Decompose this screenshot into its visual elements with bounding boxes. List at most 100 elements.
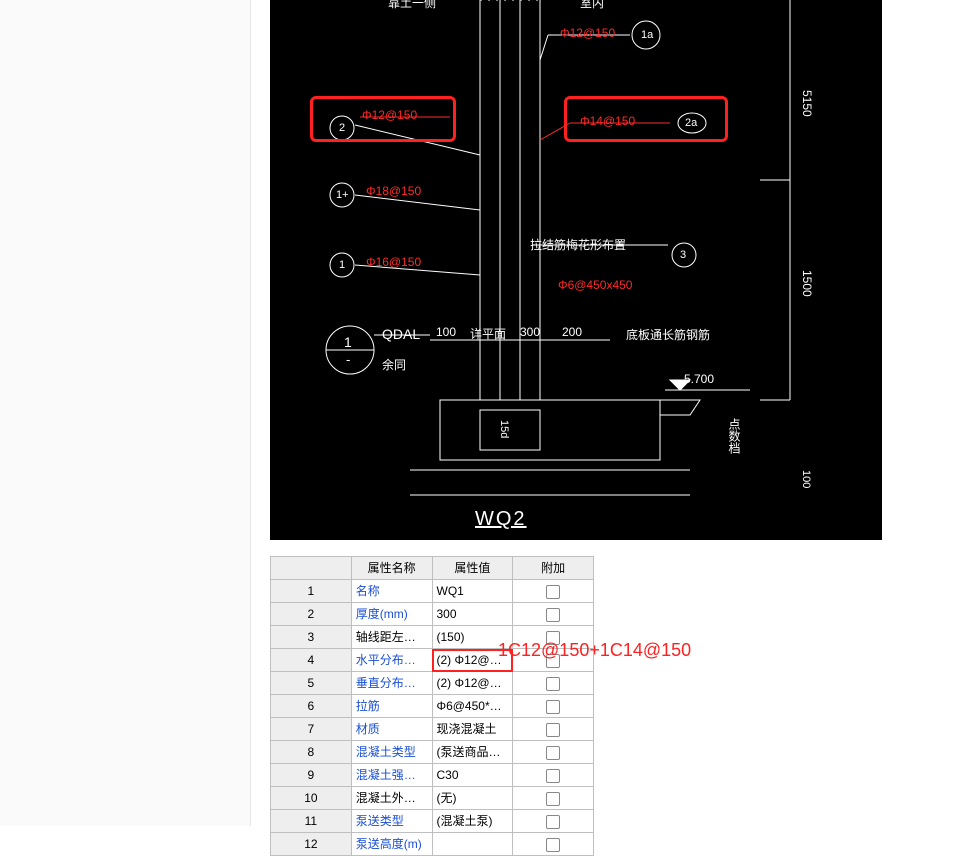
table-row[interactable]: 5垂直分布钢筋(2) Φ12@150 xyxy=(271,672,594,695)
row-value[interactable]: (混凝土泵) xyxy=(432,810,513,833)
cad-svg xyxy=(270,0,882,540)
row-index: 8 xyxy=(271,741,352,764)
property-table[interactable]: 属性名称 属性值 附加 1名称WQ12厚度(mm)3003轴线距左墙皮...(1… xyxy=(270,556,594,856)
row-checkbox[interactable] xyxy=(513,672,594,695)
highlight-box-2a xyxy=(564,96,728,142)
row-name[interactable]: 泵送高度(m) xyxy=(351,833,432,856)
row-name[interactable]: 拉筋 xyxy=(351,695,432,718)
dim-300: 300 xyxy=(520,325,540,339)
col-idx xyxy=(271,557,352,580)
bottom-bar-note: 底板通长筋钢筋 xyxy=(626,326,710,343)
checkbox-icon[interactable] xyxy=(546,769,560,783)
row-value[interactable]: Φ6@450*450 xyxy=(432,695,513,718)
row-checkbox[interactable] xyxy=(513,603,594,626)
row-checkbox[interactable] xyxy=(513,764,594,787)
checkbox-icon[interactable] xyxy=(546,723,560,737)
rebar-top-right: Φ12@150 xyxy=(560,26,615,40)
row-index: 9 xyxy=(271,764,352,787)
col-name: 属性名称 xyxy=(351,557,432,580)
tag-1a: 1a xyxy=(641,29,653,41)
section-tag-num: 1 xyxy=(344,334,352,350)
elev: -5.700 xyxy=(680,372,714,386)
dim-15d: 15d xyxy=(498,420,510,438)
dim-200: 200 xyxy=(562,325,582,339)
row-checkbox[interactable] xyxy=(513,833,594,856)
row-name[interactable]: 材质 xyxy=(351,718,432,741)
row-value[interactable]: (2) Φ12@150 xyxy=(432,672,513,695)
checkbox-icon[interactable] xyxy=(546,838,560,852)
drawing-title: WQ2 xyxy=(475,508,527,531)
row-name[interactable]: 厚度(mm) xyxy=(351,603,432,626)
row-name[interactable]: 混凝土强度等级 xyxy=(351,764,432,787)
annotation-text: 1C12@150+1C14@150 xyxy=(498,640,691,661)
row-value[interactable] xyxy=(432,833,513,856)
checkbox-icon[interactable] xyxy=(546,792,560,806)
section-tag-sub: - xyxy=(346,352,350,367)
note-earth-side: 靠土一侧 xyxy=(388,0,436,11)
row-name[interactable]: 水平分布钢筋 xyxy=(351,649,432,672)
row-name[interactable]: 垂直分布钢筋 xyxy=(351,672,432,695)
checkbox-icon[interactable] xyxy=(546,608,560,622)
table-row[interactable]: 2厚度(mm)300 xyxy=(271,603,594,626)
row-index: 5 xyxy=(271,672,352,695)
row-value[interactable]: C30 xyxy=(432,764,513,787)
checkbox-icon[interactable] xyxy=(546,746,560,760)
col-extra: 附加 xyxy=(513,557,594,580)
row-value[interactable]: 300 xyxy=(432,603,513,626)
row-name[interactable]: 名称 xyxy=(351,580,432,603)
table-row[interactable]: 8混凝土类型(泵送商品混凝土) xyxy=(271,741,594,764)
row-index: 12 xyxy=(271,833,352,856)
checkbox-icon[interactable] xyxy=(546,677,560,691)
tag-3: 3 xyxy=(680,249,686,261)
checkbox-icon[interactable] xyxy=(546,700,560,714)
property-table-wrap: 属性名称 属性值 附加 1名称WQ12厚度(mm)3003轴线距左墙皮...(1… xyxy=(270,556,594,856)
tie-note: 拉结筋梅花形布置 xyxy=(530,236,626,253)
cad-viewport[interactable]: 靠土一侧 室内 Φ12@150 1a Φ12@150 2 Φ14@150 2a … xyxy=(270,0,882,540)
row-value[interactable]: WQ1 xyxy=(432,580,513,603)
row-name[interactable]: 混凝土类型 xyxy=(351,741,432,764)
row-name[interactable]: 泵送类型 xyxy=(351,810,432,833)
table-row[interactable]: 11泵送类型(混凝土泵) xyxy=(271,810,594,833)
checkbox-icon[interactable] xyxy=(546,815,560,829)
section-same: 余同 xyxy=(382,356,406,373)
table-row[interactable]: 7材质现浇混凝土 xyxy=(271,718,594,741)
dim-100: 100 xyxy=(436,325,456,339)
tag-1: 1 xyxy=(339,259,345,271)
dim-5150: 5150 xyxy=(800,90,814,117)
table-row[interactable]: 10混凝土外加剂(无) xyxy=(271,787,594,810)
row-index: 2 xyxy=(271,603,352,626)
row-checkbox[interactable] xyxy=(513,787,594,810)
row-index: 11 xyxy=(271,810,352,833)
tie-spec: Φ6@450x450 xyxy=(558,278,632,292)
row-value[interactable]: (泵送商品混凝土) xyxy=(432,741,513,764)
table-row[interactable]: 1名称WQ1 xyxy=(271,580,594,603)
rebar-1: Φ16@150 xyxy=(366,255,421,269)
row-checkbox[interactable] xyxy=(513,741,594,764)
checkbox-icon[interactable] xyxy=(546,585,560,599)
row-name[interactable]: 混凝土外加剂 xyxy=(351,787,432,810)
col-value: 属性值 xyxy=(432,557,513,580)
row-value[interactable]: 现浇混凝土 xyxy=(432,718,513,741)
row-index: 6 xyxy=(271,695,352,718)
row-index: 4 xyxy=(271,649,352,672)
tag-1plus: 1+ xyxy=(336,189,349,201)
vlabel-right: 点数档 xyxy=(726,418,743,454)
row-value[interactable]: (无) xyxy=(432,787,513,810)
row-checkbox[interactable] xyxy=(513,718,594,741)
row-index: 1 xyxy=(271,580,352,603)
table-row[interactable]: 9混凝土强度等级C30 xyxy=(271,764,594,787)
table-row[interactable]: 6拉筋Φ6@450*450 xyxy=(271,695,594,718)
rebar-1plus: Φ18@150 xyxy=(366,184,421,198)
row-checkbox[interactable] xyxy=(513,695,594,718)
table-row[interactable]: 12泵送高度(m) xyxy=(271,833,594,856)
row-checkbox[interactable] xyxy=(513,580,594,603)
row-index: 3 xyxy=(271,626,352,649)
left-sidebar xyxy=(0,0,251,826)
dim-1500: 1500 xyxy=(800,270,814,297)
row-index: 7 xyxy=(271,718,352,741)
row-name[interactable]: 轴线距左墙皮... xyxy=(351,626,432,649)
note-interior: 室内 xyxy=(580,0,604,11)
mid-note: 详平面 xyxy=(470,325,506,342)
row-checkbox[interactable] xyxy=(513,810,594,833)
row-index: 10 xyxy=(271,787,352,810)
